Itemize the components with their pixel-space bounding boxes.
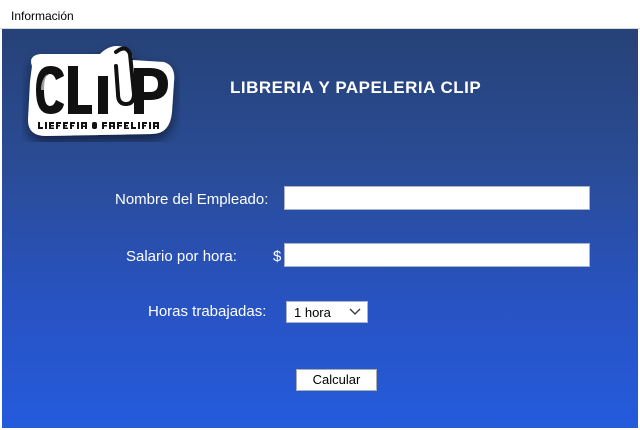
- app-window: Información LIBRERIA Y PAPELERIA CLIP No…: [0, 0, 640, 430]
- window-title: Información: [11, 9, 74, 23]
- employee-name-input[interactable]: [284, 186, 590, 210]
- hours-worked-select[interactable]: 1 hora: [286, 301, 368, 323]
- currency-symbol: $: [273, 248, 282, 265]
- hours-worked-label: Horas trabajadas:: [148, 303, 267, 320]
- chevron-down-icon: [349, 305, 361, 320]
- hourly-salary-input[interactable]: [284, 243, 590, 267]
- employee-name-label: Nombre del Empleado:: [115, 191, 269, 208]
- clip-logo: [22, 42, 180, 142]
- hourly-salary-label: Salario por hora:: [126, 248, 237, 265]
- main-panel: LIBRERIA Y PAPELERIA CLIP Nombre del Emp…: [2, 29, 638, 428]
- page-heading: LIBRERIA Y PAPELERIA CLIP: [230, 78, 482, 97]
- title-bar[interactable]: Información: [0, 0, 640, 29]
- calculate-button[interactable]: Calcular: [296, 369, 377, 391]
- hours-worked-value: 1 hora: [294, 305, 331, 320]
